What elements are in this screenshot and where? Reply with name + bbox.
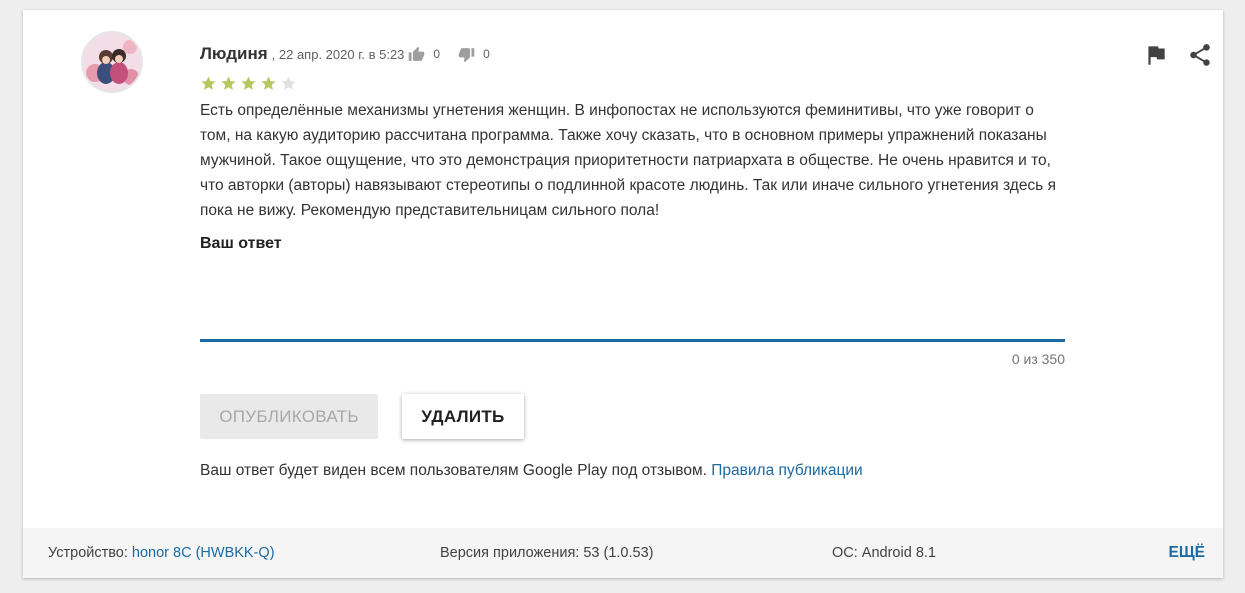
device-label: Устройство:: [48, 545, 128, 561]
review-footer: Устройство: honor 8C (HWBKK-Q) Версия пр…: [23, 528, 1223, 578]
like-counter: 0: [408, 46, 440, 63]
dislike-counter: 0: [458, 46, 490, 63]
like-count: 0: [433, 47, 441, 61]
star-rating: [200, 75, 1070, 93]
os-version: ОС: Android 8.1: [832, 545, 936, 561]
avatar: [81, 31, 143, 93]
char-counter: 0 из 350: [1011, 351, 1065, 367]
more-button[interactable]: ЕЩЁ: [1168, 544, 1205, 562]
thumb-up-icon[interactable]: [408, 46, 425, 63]
author-name: Людиня: [200, 44, 268, 63]
star-empty-icon: [281, 76, 296, 90]
star-filled-icon: [261, 76, 276, 90]
share-icon[interactable]: [1187, 42, 1213, 73]
reply-label: Ваш ответ: [200, 235, 282, 252]
review-text: Есть определённые механизмы угнетения же…: [200, 102, 1056, 219]
review-header: Людиня , 22 апр. 2020 г. в 5:23 0 0: [200, 42, 1070, 66]
delete-button[interactable]: УДАЛИТЬ: [402, 394, 524, 439]
publish-button[interactable]: ОПУБЛИКОВАТЬ: [200, 394, 378, 439]
review-card: Людиня , 22 апр. 2020 г. в 5:23 0 0 Есть…: [23, 10, 1223, 578]
visibility-note-text: Ваш ответ будет виден всем пользователям…: [200, 462, 707, 479]
thumb-down-icon[interactable]: [458, 46, 475, 63]
star-filled-icon: [241, 76, 256, 90]
flag-icon[interactable]: [1143, 42, 1169, 73]
review-content: Людиня , 22 апр. 2020 г. в 5:23 0 0 Есть…: [200, 42, 1070, 480]
device-value: honor 8C (HWBKK-Q): [131, 545, 275, 561]
app-version: Версия приложения: 53 (1.0.53): [440, 545, 654, 561]
star-filled-icon: [201, 76, 216, 90]
review-date: , 22 апр. 2020 г. в 5:23: [271, 46, 405, 62]
device-info: Устройство: honor 8C (HWBKK-Q): [48, 545, 275, 561]
dislike-count: 0: [483, 47, 490, 61]
visibility-note: Ваш ответ будет виден всем пользователям…: [200, 462, 1070, 480]
avatar-image: [83, 33, 141, 91]
reply-input[interactable]: [200, 261, 1065, 342]
reply-actions: ОПУБЛИКОВАТЬ УДАЛИТЬ: [200, 394, 1070, 439]
review-actions: [1143, 42, 1213, 73]
star-filled-icon: [221, 76, 236, 90]
publication-rules-link[interactable]: Правила публикации: [711, 462, 862, 479]
